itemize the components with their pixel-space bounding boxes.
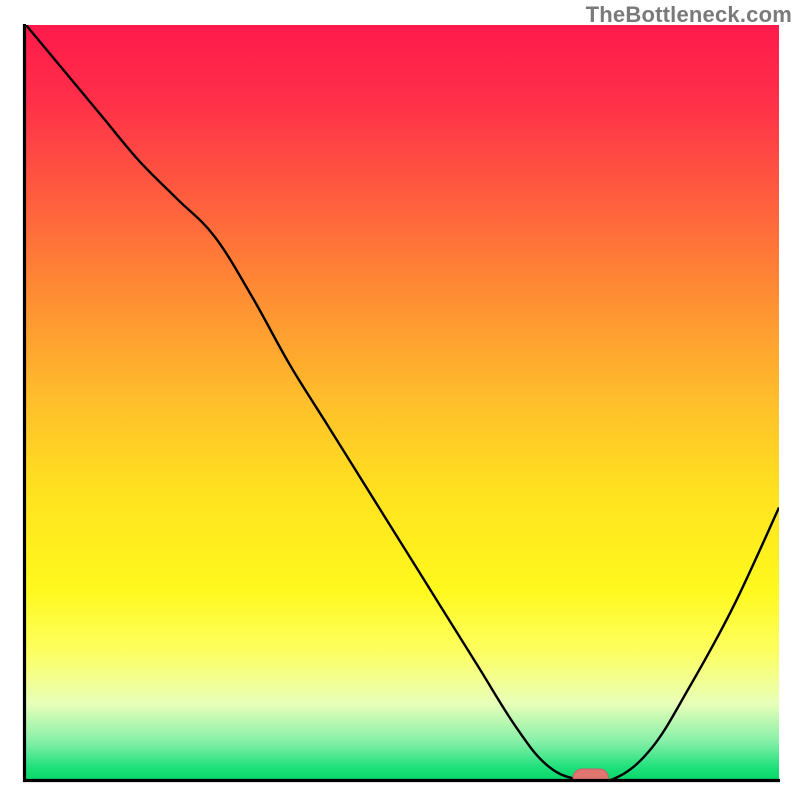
heat-gradient-bg	[26, 25, 779, 779]
chart-stage: TheBottleneck.com	[0, 0, 800, 800]
watermark-text: TheBottleneck.com	[586, 2, 792, 28]
bottleneck-chart	[0, 0, 800, 800]
optimal-point-marker	[573, 769, 608, 787]
